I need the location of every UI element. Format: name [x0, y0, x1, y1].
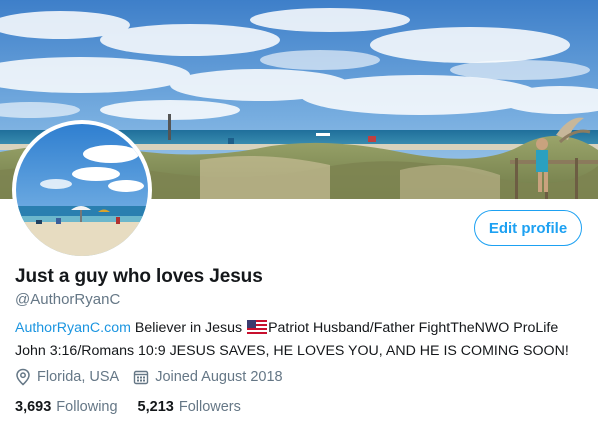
location-pin-icon [16, 368, 30, 386]
location: Florida, USA [15, 368, 119, 386]
us-flag-icon [247, 320, 268, 341]
user-handle: @AuthorRyanC [15, 291, 121, 308]
location-text: Florida, USA [37, 369, 120, 385]
followers-label: Followers [178, 399, 241, 415]
profile-bio: AuthorRyanC.com Believer in Jesus Patrio… [15, 318, 585, 362]
calendar-icon [134, 370, 149, 385]
profile-meta: Florida, USA Joined August 2018 [15, 368, 297, 386]
following-count: 3,693 [15, 399, 52, 415]
avatar-beach-photo [16, 124, 148, 256]
joined-text: Joined August 2018 [155, 369, 283, 385]
bio-website-link[interactable]: AuthorRyanC.com [15, 320, 131, 336]
followers-link[interactable]: 5,213 Followers [138, 399, 241, 415]
follow-counts: 3,693 Following 5,213 Followers [15, 399, 261, 415]
edit-profile-button[interactable]: Edit profile [474, 210, 582, 246]
following-label: Following [56, 399, 118, 415]
display-name: Just a guy who loves Jesus [15, 266, 263, 287]
join-date: Joined August 2018 [133, 369, 283, 385]
profile-avatar[interactable] [12, 120, 152, 260]
bio-text-part1: Believer in Jesus [130, 320, 247, 336]
followers-count: 5,213 [137, 399, 174, 415]
following-link[interactable]: 3,693 Following [15, 399, 118, 415]
